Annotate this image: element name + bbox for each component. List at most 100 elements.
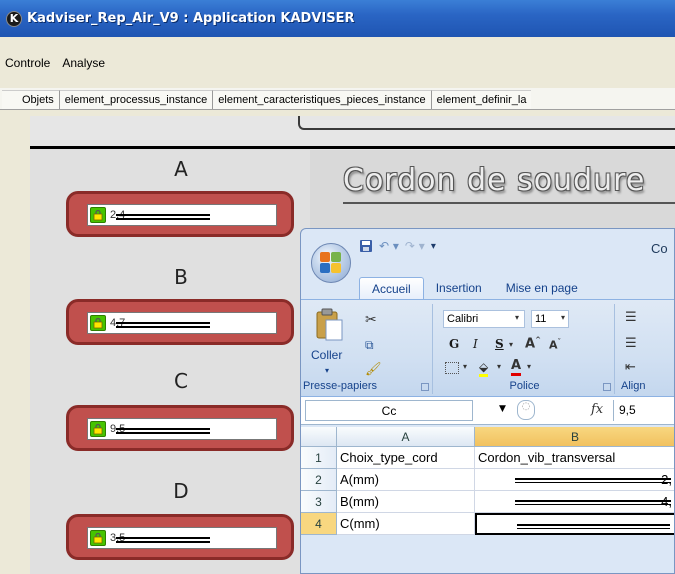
dimension-field-b[interactable]: 4,7 [87, 312, 277, 334]
office-logo-icon [320, 252, 342, 274]
name-box-dropdown-icon[interactable]: ▼ [499, 404, 506, 414]
borders-icon[interactable] [445, 362, 459, 374]
fill-color-icon[interactable]: ⬙ [479, 360, 489, 377]
fill-color-dropdown-icon[interactable]: ▾ [497, 362, 501, 371]
align-left-icon[interactable]: ☰ [625, 336, 637, 351]
dialog-launcher-icon[interactable] [603, 383, 611, 391]
font-color-dropdown-icon[interactable]: ▾ [527, 362, 531, 371]
lock-icon[interactable] [90, 421, 106, 437]
table-row: 4 C(mm) [301, 513, 674, 535]
ribbon-tabs: Accueil Insertion Mise en page [359, 277, 590, 300]
top-frame [298, 116, 675, 130]
cell-a4[interactable]: C(mm) [337, 513, 475, 535]
cell-b1[interactable]: Cordon_vib_transversal [475, 447, 674, 469]
row-header[interactable]: 4 [301, 513, 337, 535]
dimension-box-c: 9,5 [66, 405, 294, 451]
ribbon-tab-insertion[interactable]: Insertion [424, 277, 494, 300]
italic-button[interactable]: I [473, 337, 478, 351]
name-box[interactable]: Cc [305, 400, 473, 421]
shrink-font-icon[interactable]: Aˇ [549, 338, 561, 352]
table-row: 1 Choix_type_cord Cordon_vib_transversal [301, 447, 674, 469]
dimension-value-c: 9,5 [110, 423, 210, 435]
ribbon: Coller ▾ ✂ ⧉ 🖌 Presse-papiers Calibri ▾ … [301, 299, 674, 397]
group-font: Calibri ▾ 11 ▾ G I S ▾ A^ Aˇ ▾ ⬙ ▾ A ▾ P… [435, 304, 615, 394]
font-size-dropdown-icon[interactable]: ▾ [561, 313, 565, 322]
tab-element-definir[interactable]: element_definir_la [430, 90, 532, 109]
tab-element-processus-instance[interactable]: element_processus_instance [58, 90, 213, 109]
dimension-box-d: 3,5 [66, 514, 294, 560]
app-icon: K [6, 10, 22, 27]
application-window: K Kadviser_Rep_Air_V9 : Application KADV… [0, 0, 675, 574]
formula-divider [613, 400, 614, 421]
ribbon-tab-accueil[interactable]: Accueil [359, 277, 424, 300]
row-header[interactable]: 1 [301, 447, 337, 469]
dimension-value-b: 4,7 [110, 317, 210, 329]
cell-b2[interactable]: 2, [475, 469, 674, 491]
dimension-label-a: A [174, 157, 188, 181]
formula-input[interactable]: 9,5 [619, 403, 636, 417]
select-all-corner[interactable] [301, 427, 337, 447]
column-header-b[interactable]: B [475, 427, 674, 447]
dimension-label-c: C [174, 369, 188, 393]
dimension-value-d: 3,5 [110, 532, 210, 544]
menu-bar: Controle Analyse [0, 51, 675, 75]
copy-icon[interactable]: ⧉ [365, 338, 381, 354]
group-label-font: Police [509, 380, 540, 392]
undo-icon[interactable]: ↶ ▾ [379, 239, 399, 253]
cell-a2[interactable]: A(mm) [337, 469, 475, 491]
paste-dropdown-icon[interactable]: ▾ [325, 366, 329, 375]
underline-dropdown-icon[interactable]: ▾ [509, 340, 513, 349]
group-label-clipboard: Presse-papiers [303, 380, 377, 392]
grow-font-icon[interactable]: A^ [525, 336, 541, 351]
dimension-field-d[interactable]: 3,5 [87, 527, 277, 549]
quick-access-toolbar: ↶ ▾ ↷ ▾ ▾ [359, 239, 436, 253]
dimension-value-a: 2,4 [110, 209, 210, 221]
cut-icon[interactable]: ✂ [365, 312, 381, 328]
title-bar[interactable]: K Kadviser_Rep_Air_V9 : Application KADV… [0, 0, 675, 37]
format-painter-icon[interactable]: 🖌 [365, 362, 382, 378]
lock-icon[interactable] [90, 207, 106, 223]
row-header[interactable]: 2 [301, 469, 337, 491]
window-title: Kadviser_Rep_Air_V9 : Application KADVIS… [27, 11, 355, 26]
formula-bar: Cc ▼ ◌ fx 9,5 [301, 397, 674, 425]
dimension-label-d: D [173, 479, 189, 503]
cell-a3[interactable]: B(mm) [337, 491, 475, 513]
menu-controle[interactable]: Controle [5, 56, 50, 70]
office-button[interactable] [311, 243, 351, 283]
menu-analyse[interactable]: Analyse [62, 56, 105, 70]
lock-icon[interactable] [90, 530, 106, 546]
cell-b3[interactable]: 4, [475, 491, 674, 513]
save-icon[interactable] [359, 239, 373, 253]
decrease-indent-icon[interactable]: ⇤ [625, 360, 636, 375]
dimension-field-c[interactable]: 9,5 [87, 418, 277, 440]
fx-icon[interactable]: fx [591, 402, 603, 417]
cell-b4-selected[interactable] [475, 513, 674, 535]
title-underline [343, 202, 675, 204]
table-row: 3 B(mm) 4, [301, 491, 674, 513]
redo-icon[interactable]: ↷ ▾ [405, 239, 425, 253]
ribbon-tab-mise-en-page[interactable]: Mise en page [494, 277, 590, 300]
row-header[interactable]: 3 [301, 491, 337, 513]
group-clipboard: Coller ▾ ✂ ⧉ 🖌 Presse-papiers [301, 304, 433, 394]
font-color-icon[interactable]: A [511, 358, 522, 376]
underline-button[interactable]: S [495, 337, 504, 351]
bold-button[interactable]: G [449, 337, 459, 351]
font-family-select[interactable]: Calibri [443, 310, 525, 328]
canvas-title: Cordon de soudure [343, 163, 646, 198]
paste-button-label[interactable]: Coller [311, 348, 342, 362]
borders-dropdown-icon[interactable]: ▾ [463, 362, 467, 371]
formula-expand-icon[interactable]: ◌ [517, 400, 535, 420]
column-header-a[interactable]: A [337, 427, 475, 447]
customize-qat-icon[interactable]: ▾ [431, 241, 436, 252]
align-top-icon[interactable]: ☰ [625, 310, 637, 325]
dialog-launcher-icon[interactable] [421, 383, 429, 391]
font-family-dropdown-icon[interactable]: ▾ [515, 313, 519, 322]
cell-a1[interactable]: Choix_type_cord [337, 447, 475, 469]
tab-element-caracteristiques-pieces-instance[interactable]: element_caracteristiques_pieces_instance [212, 90, 431, 109]
paste-icon[interactable] [315, 308, 345, 342]
group-alignment: ☰ ☰ ⇤ Align [617, 304, 674, 394]
dimension-field-a[interactable]: 2,4 [87, 204, 277, 226]
lock-icon[interactable] [90, 315, 106, 331]
tab-objets[interactable]: Objets [2, 90, 59, 109]
cell-value: 4, [661, 494, 672, 509]
